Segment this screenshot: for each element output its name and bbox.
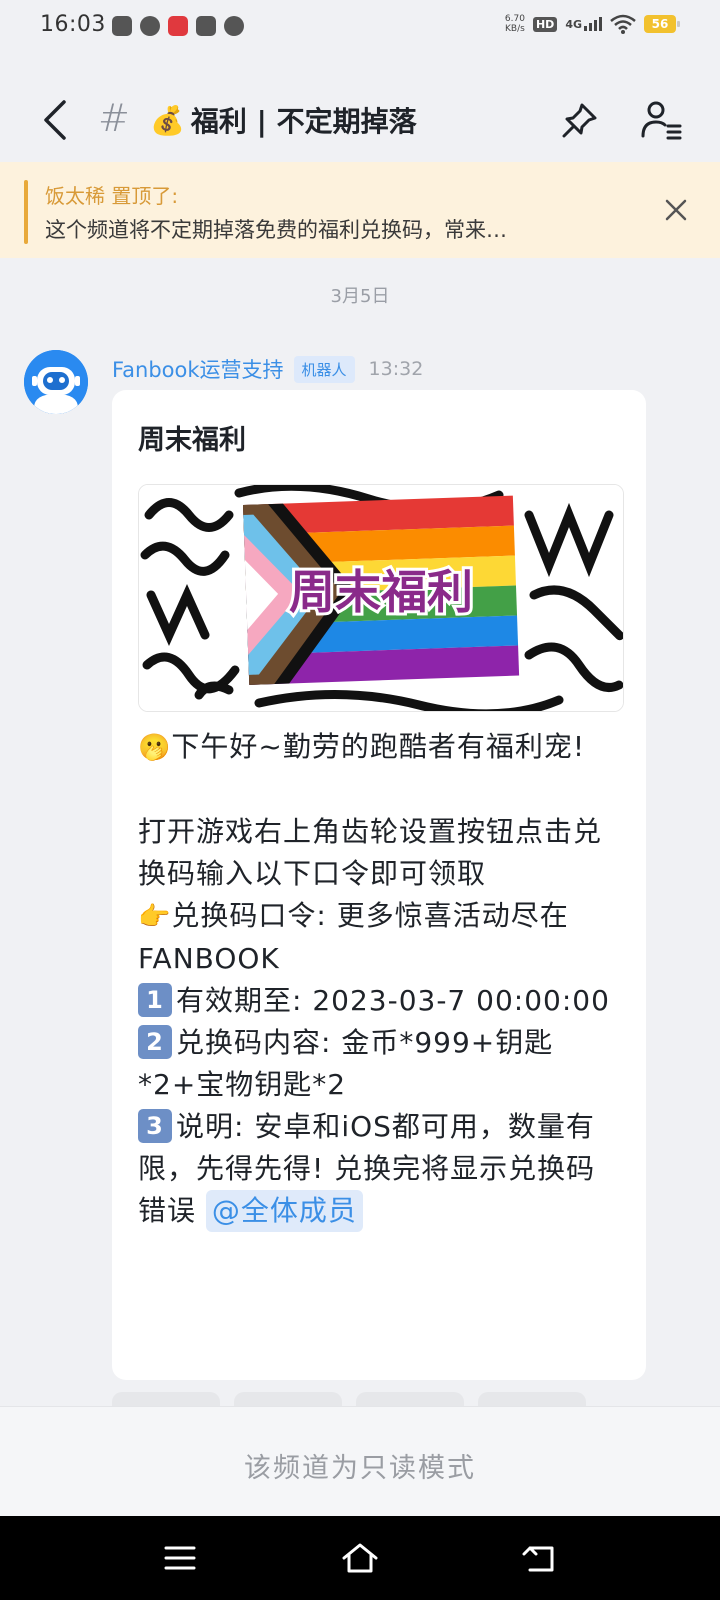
code-line: 👉兑换码口令: 更多惊喜活动尽在FANBOOK: [138, 899, 569, 975]
list-item: 3 说明: 安卓和iOS都可用，数量有限，先得先得! 兑换完将显示兑换码错误 @全…: [138, 1106, 624, 1232]
back-nav-icon[interactable]: [518, 1536, 562, 1580]
media-notification-icon: [112, 16, 132, 36]
close-icon[interactable]: [662, 196, 690, 224]
pin-button[interactable]: [560, 100, 600, 140]
channel-hash-icon: #: [98, 96, 130, 140]
wifi-icon: [610, 14, 636, 34]
mail-notification-icon: [196, 16, 216, 36]
banner-image[interactable]: 周末福利: [138, 484, 624, 712]
pride-flag-banner-image: 周末福利: [139, 485, 623, 711]
back-button[interactable]: [36, 96, 76, 144]
shushing-face-icon: 🫢: [138, 733, 172, 763]
message-time: 13:32: [368, 358, 424, 380]
status-right: 6.70 KB/s HD 4G 56: [504, 14, 680, 34]
compass-notification-icon: [140, 16, 160, 36]
hd-icon: HD: [532, 16, 558, 32]
keycap-3-icon: 3: [138, 1109, 172, 1143]
pinned-accent-bar: [24, 180, 28, 244]
readonly-notice: 该频道为只读模式: [244, 1453, 476, 1484]
chat-notification-icon: [224, 16, 244, 36]
card-title: 周末福利: [138, 425, 246, 456]
video-app-icon: [168, 16, 188, 36]
battery-icon: 56: [644, 15, 680, 33]
network-speed: 6.70 KB/s: [504, 14, 525, 34]
instruction-line: 打开游戏右上角齿轮设置按钮点击兑换码输入以下口令即可领取: [138, 815, 603, 890]
bot-badge: 机器人: [293, 355, 355, 383]
keycap-2-icon: 2: [138, 1025, 172, 1059]
sender-name[interactable]: Fanbook运营支持: [112, 354, 284, 384]
message-header: Fanbook运营支持 机器人 13:32: [112, 354, 423, 384]
status-time: 16:03: [40, 12, 106, 37]
menu-icon[interactable]: [158, 1536, 202, 1580]
robot-icon: [24, 350, 88, 414]
mention-all-members[interactable]: @全体成员: [205, 1190, 363, 1232]
list-item: 2 兑换码内容: 金币*999+钥匙*2+宝物钥匙*2: [138, 1025, 554, 1101]
signal-icon: 4G: [565, 17, 602, 31]
channel-title[interactable]: 💰 福利 | 不定期掉落: [150, 100, 417, 140]
pointing-right-icon: 👉: [138, 902, 172, 932]
keycap-1-icon: 1: [138, 983, 172, 1017]
money-bag-icon: 💰: [150, 103, 185, 137]
pinned-title: 饭太稀 置顶了:: [45, 184, 179, 208]
greeting-line: 🫢下午好~勤劳的跑酷者有福利宠!: [138, 730, 586, 763]
date-separator: 3月5日: [330, 286, 390, 307]
notification-icons: [112, 16, 244, 36]
banner-title: 周末福利: [289, 565, 473, 619]
list-item: 1 有效期至: 2023-03-7 00:00:00: [138, 980, 624, 1022]
home-icon[interactable]: [338, 1536, 382, 1580]
pinned-text: 这个频道将不定期掉落免费的福利兑换码，常来…: [45, 218, 507, 242]
card-body: 🫢下午好~勤劳的跑酷者有福利宠! 打开游戏右上角齿轮设置按钮点击兑换码输入以下口…: [138, 726, 624, 1232]
members-button[interactable]: [640, 98, 684, 142]
avatar[interactable]: [24, 350, 88, 414]
channel-title-text: 福利 | 不定期掉落: [190, 105, 417, 138]
